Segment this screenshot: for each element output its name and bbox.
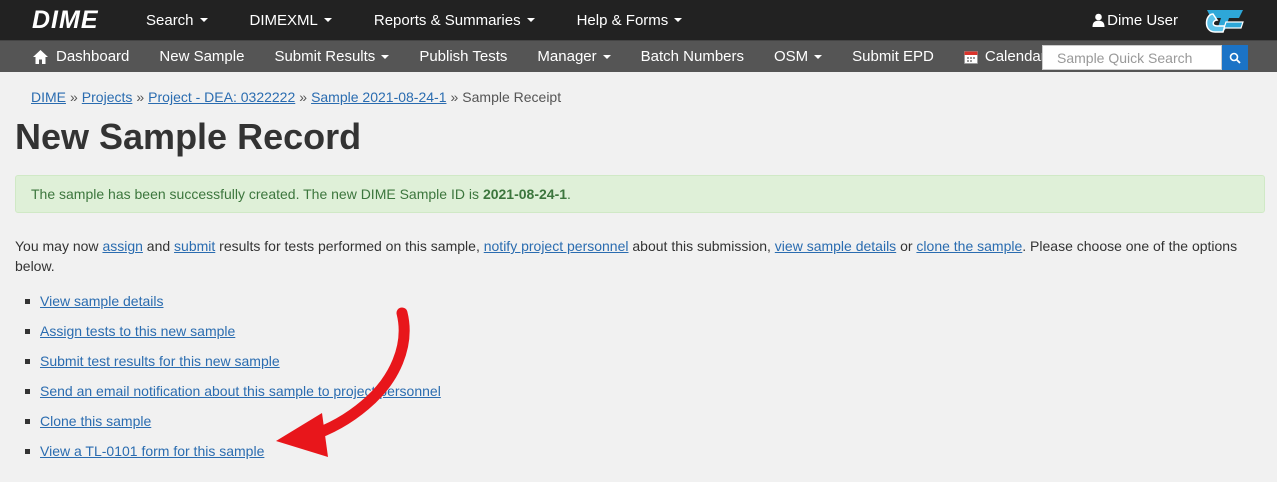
intro-text: results for tests performed on this samp… xyxy=(215,238,484,254)
alert-text: The sample has been successfully created… xyxy=(31,186,479,202)
caret-down-icon xyxy=(602,54,611,59)
alert-sample-id: 2021-08-24-1 xyxy=(482,186,568,202)
home-icon xyxy=(33,49,48,64)
bullet-icon xyxy=(25,328,30,334)
user-icon xyxy=(1092,13,1105,27)
user-name: Dime User xyxy=(1107,11,1178,29)
breadcrumb-projects[interactable]: Projects xyxy=(82,89,133,105)
list-item: Assign tests to this new sample xyxy=(15,316,1265,346)
intro-text: about this submission, xyxy=(628,238,775,254)
subnav-dashboard-label: Dashboard xyxy=(56,48,130,65)
bullet-icon xyxy=(25,298,30,304)
search-button[interactable] xyxy=(1222,45,1248,70)
nav-help-label: Help & Forms xyxy=(576,11,669,29)
options-list: View sample details Assign tests to this… xyxy=(15,286,1265,466)
subnav-submit-results-label: Submit Results xyxy=(274,48,376,65)
subnav-batch-numbers-label: Batch Numbers xyxy=(640,48,744,65)
clone-sample-link[interactable]: clone the sample xyxy=(916,238,1022,254)
calendar-icon xyxy=(963,50,978,64)
nav-search-label: Search xyxy=(146,11,194,29)
quick-search xyxy=(1042,45,1248,70)
list-item: View sample details xyxy=(15,286,1265,316)
breadcrumb-project[interactable]: Project - DEA: 0322222 xyxy=(148,89,295,105)
nav-help[interactable]: Help & Forms xyxy=(556,0,704,40)
subnav-publish-tests-label: Publish Tests xyxy=(419,48,508,65)
subnav-osm-label: OSM xyxy=(774,48,809,65)
subnav-manager[interactable]: Manager xyxy=(522,41,625,73)
intro-paragraph: You may now assign and submit results fo… xyxy=(15,236,1260,276)
assign-link[interactable]: assign xyxy=(102,238,142,254)
breadcrumb-separator: » xyxy=(450,89,459,105)
intro-text: or xyxy=(896,238,917,254)
subnav-submit-epd[interactable]: Submit EPD xyxy=(837,41,949,73)
subnav-publish-tests[interactable]: Publish Tests xyxy=(404,41,522,73)
option-clone-sample[interactable]: Clone this sample xyxy=(40,413,151,429)
breadcrumb-sample[interactable]: Sample 2021-08-24-1 xyxy=(311,89,446,105)
breadcrumb-separator: » xyxy=(136,89,145,105)
list-item: Send an email notification about this sa… xyxy=(15,376,1265,406)
bullet-icon xyxy=(25,448,30,454)
intro-text: You may now xyxy=(15,238,103,254)
top-navbar: DIME Search DIMEXML Reports & Summaries … xyxy=(0,0,1277,40)
view-details-link[interactable]: view sample details xyxy=(775,238,896,254)
caret-down-icon xyxy=(526,18,535,22)
caret-down-icon xyxy=(674,18,683,22)
breadcrumb-separator: » xyxy=(70,89,78,105)
alert-end: . xyxy=(567,186,571,202)
nav-dimexml-label: DIMEXML xyxy=(249,11,318,29)
bullet-icon xyxy=(25,418,30,424)
breadcrumb-current: Sample Receipt xyxy=(462,89,562,105)
list-item: Clone this sample xyxy=(15,406,1265,436)
caret-down-icon xyxy=(814,54,823,59)
nav-dimexml[interactable]: DIMEXML xyxy=(229,0,353,40)
option-view-sample-details[interactable]: View sample details xyxy=(40,293,163,309)
secondary-nav: Dashboard New Sample Submit Results Publ… xyxy=(0,41,1061,73)
list-item: View a TL-0101 form for this sample xyxy=(15,436,1265,466)
subnav-submit-epd-label: Submit EPD xyxy=(852,48,934,65)
subnav-osm[interactable]: OSM xyxy=(759,41,837,73)
main-content: DIME» Projects» Project - DEA: 0322222» Sam… xyxy=(15,72,1265,466)
dime-logo[interactable]: DIME xyxy=(0,6,125,35)
search-icon xyxy=(1229,52,1241,64)
option-view-tl0101-form[interactable]: View a TL-0101 form for this sample xyxy=(40,443,264,459)
page-title: New Sample Record xyxy=(15,116,362,157)
breadcrumb-separator: » xyxy=(299,89,308,105)
submit-link[interactable]: submit xyxy=(174,238,215,254)
subnav-new-sample[interactable]: New Sample xyxy=(144,41,259,73)
subnav-batch-numbers[interactable]: Batch Numbers xyxy=(626,41,759,73)
intro-text: and xyxy=(142,238,175,254)
caret-down-icon xyxy=(323,18,332,22)
subnav-submit-results[interactable]: Submit Results xyxy=(259,41,404,73)
bullet-icon xyxy=(25,388,30,394)
option-assign-tests[interactable]: Assign tests to this new sample xyxy=(40,323,235,339)
subnav-calendar-label: Calendar xyxy=(984,48,1046,65)
secondary-navbar: Dashboard New Sample Submit Results Publ… xyxy=(0,40,1277,72)
top-nav: Search DIMEXML Reports & Summaries Help … xyxy=(125,0,703,40)
subnav-new-sample-label: New Sample xyxy=(159,48,245,65)
success-alert: The sample has been successfully created… xyxy=(15,175,1265,213)
list-item: Submit test results for this new sample xyxy=(15,346,1265,376)
breadcrumb: DIME» Projects» Project - DEA: 0322222» Sam… xyxy=(15,89,1265,105)
sample-quick-search-input[interactable] xyxy=(1042,45,1222,70)
notify-personnel-link[interactable]: notify project personnel xyxy=(484,238,629,254)
subnav-dashboard[interactable]: Dashboard xyxy=(32,41,144,73)
bullet-icon xyxy=(25,358,30,364)
caltrans-logo-icon xyxy=(1205,10,1244,33)
caret-down-icon xyxy=(381,54,390,59)
caret-down-icon xyxy=(199,18,208,22)
breadcrumb-dime[interactable]: DIME xyxy=(31,89,66,105)
user-menu[interactable]: Dime User xyxy=(1092,0,1178,40)
nav-reports[interactable]: Reports & Summaries xyxy=(353,0,556,40)
nav-reports-label: Reports & Summaries xyxy=(373,11,521,29)
option-submit-results[interactable]: Submit test results for this new sample xyxy=(40,353,280,369)
option-send-email[interactable]: Send an email notification about this sa… xyxy=(40,383,441,399)
subnav-manager-label: Manager xyxy=(537,48,597,65)
nav-search[interactable]: Search xyxy=(125,0,229,40)
